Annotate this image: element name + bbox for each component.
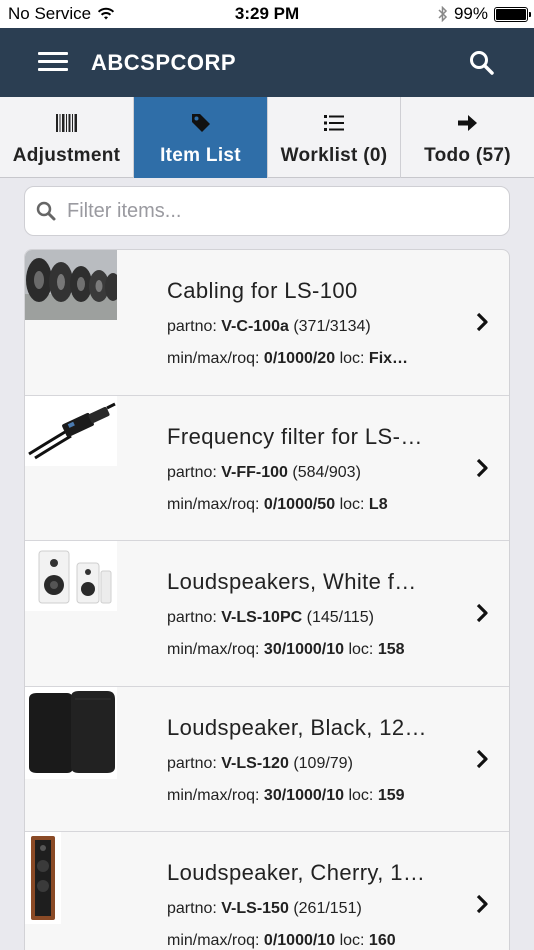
loc-value: 159 xyxy=(377,786,405,804)
mmr-value: 30/1000/10 xyxy=(263,786,344,804)
item-title: Loudspeaker, Black, 12… xyxy=(167,714,427,740)
loc-value: Fix… xyxy=(368,350,409,367)
chevron-right-icon xyxy=(476,603,488,623)
partno-label: partno: xyxy=(167,463,217,481)
item-partno-line: partno: V-LS-10PC (145/115) xyxy=(167,609,452,627)
loc-label: loc: xyxy=(348,786,374,804)
chevron-right-icon xyxy=(476,749,488,768)
item-title: Frequency filter for LS-… xyxy=(167,423,423,449)
mmr-label: min/max/roq: xyxy=(167,350,260,367)
search-icon xyxy=(36,201,56,221)
partno-label: partno: xyxy=(167,900,217,917)
item-image-black-speakers xyxy=(25,686,117,779)
qty-value: (584/903) xyxy=(292,463,361,481)
loc-label: loc: xyxy=(348,641,374,658)
qty-value: (371/3134) xyxy=(293,318,371,335)
mmr-label: min/max/roq: xyxy=(167,932,260,949)
item-stock-line: min/max/roq: 30/1000/10 loc: 158 xyxy=(167,641,452,659)
battery-icon xyxy=(494,6,531,22)
barcode-icon xyxy=(55,111,79,135)
item-stock-line: min/max/roq: 0/1000/50 loc: L8 xyxy=(167,496,452,514)
partno-label: partno: xyxy=(167,318,217,335)
item-partno-line: partno: V-LS-120 (109/79) xyxy=(167,755,452,773)
partno-value: V-LS-120 xyxy=(221,754,289,772)
mmr-label: min/max/roq: xyxy=(167,495,260,513)
qty-value: (145/115) xyxy=(306,609,374,626)
tab-label: Item List xyxy=(160,145,241,166)
list-item[interactable]: Loudspeaker, Black, 12… partno: V-LS-120… xyxy=(25,686,509,832)
item-image-cable-reels xyxy=(25,250,117,320)
filter-input[interactable] xyxy=(67,199,487,223)
battery-text: 99% xyxy=(453,4,488,23)
filter-bar xyxy=(24,186,510,236)
mmr-value: 0/1000/20 xyxy=(263,350,336,367)
hamburger-menu-icon[interactable] xyxy=(38,52,68,74)
bluetooth-icon xyxy=(438,6,448,22)
search-icon[interactable] xyxy=(468,49,496,77)
tag-icon xyxy=(190,111,212,135)
loc-label: loc: xyxy=(339,495,365,513)
chevron-right-icon xyxy=(476,458,488,477)
battery-level xyxy=(496,8,526,20)
partno-value: V-LS-150 xyxy=(221,900,289,917)
loc-label: loc: xyxy=(339,932,365,949)
partno-value: V-LS-10PC xyxy=(221,609,303,626)
item-stock-line: min/max/roq: 0/1000/10 loc: 160 xyxy=(167,932,452,950)
tab-label: Worklist (0) xyxy=(280,145,388,166)
loc-value: L8 xyxy=(368,495,388,513)
mmr-value: 30/1000/10 xyxy=(263,641,344,658)
list-item[interactable]: Loudspeaker, Cherry, 1… partno: V-LS-150… xyxy=(25,832,509,950)
item-partno-line: partno: V-LS-150 (261/151) xyxy=(167,900,452,918)
app-header: ABCSPCORP xyxy=(0,28,534,97)
status-bar: No Service 3:29 PM 99% xyxy=(0,0,534,28)
item-image-cherry-speaker xyxy=(25,832,61,924)
list-item[interactable]: Frequency filter for LS-… partno: V-FF-1… xyxy=(25,395,509,541)
tab-bar: Adjustment Item List Worklist (0) Todo (… xyxy=(0,97,534,178)
mmr-label: min/max/roq: xyxy=(167,641,260,658)
partno-label: partno: xyxy=(167,609,217,626)
partno-value: V-C-100a xyxy=(221,318,289,335)
item-title: Loudspeaker, Cherry, 1… xyxy=(167,860,426,885)
partno-value: V-FF-100 xyxy=(221,463,288,481)
qty-value: (261/151) xyxy=(293,900,362,917)
qty-value: (109/79) xyxy=(293,754,353,772)
loc-value: 160 xyxy=(368,932,396,949)
mmr-value: 0/1000/50 xyxy=(263,495,336,513)
tab-todo[interactable]: Todo (57) xyxy=(401,97,534,178)
tab-worklist[interactable]: Worklist (0) xyxy=(268,97,401,178)
chevron-right-icon xyxy=(476,312,488,332)
loc-label: loc: xyxy=(339,350,365,367)
status-right: 99% xyxy=(438,4,531,24)
item-stock-line: min/max/roq: 30/1000/10 loc: 159 xyxy=(167,787,452,805)
tab-label: Adjustment xyxy=(12,145,121,166)
list-icon xyxy=(323,111,345,135)
item-title: Loudspeakers, White f… xyxy=(167,569,417,594)
tab-adjustment[interactable]: Adjustment xyxy=(0,97,134,178)
item-image-filter-device xyxy=(25,395,117,466)
item-image-white-speakers xyxy=(25,541,117,611)
item-partno-line: partno: V-FF-100 (584/903) xyxy=(167,464,452,482)
tab-label: Todo (57) xyxy=(424,145,511,166)
app-title: ABCSPCORP xyxy=(91,50,237,75)
partno-label: partno: xyxy=(167,754,217,772)
mmr-label: min/max/roq: xyxy=(167,786,260,804)
chevron-right-icon xyxy=(476,894,488,914)
item-partno-line: partno: V-C-100a (371/3134) xyxy=(167,318,452,336)
item-list: Cabling for LS-100 partno: V-C-100a (371… xyxy=(24,249,510,950)
item-stock-line: min/max/roq: 0/1000/20 loc: Fix… xyxy=(167,350,452,368)
list-item[interactable]: Loudspeakers, White f… partno: V-LS-10PC… xyxy=(25,541,509,687)
list-item[interactable]: Cabling for LS-100 partno: V-C-100a (371… xyxy=(25,250,509,396)
mmr-value: 0/1000/10 xyxy=(263,932,336,949)
item-title: Cabling for LS-100 xyxy=(167,278,358,303)
arrow-right-icon xyxy=(457,111,479,135)
tab-item-list[interactable]: Item List xyxy=(134,97,268,178)
loc-value: 158 xyxy=(377,641,405,658)
